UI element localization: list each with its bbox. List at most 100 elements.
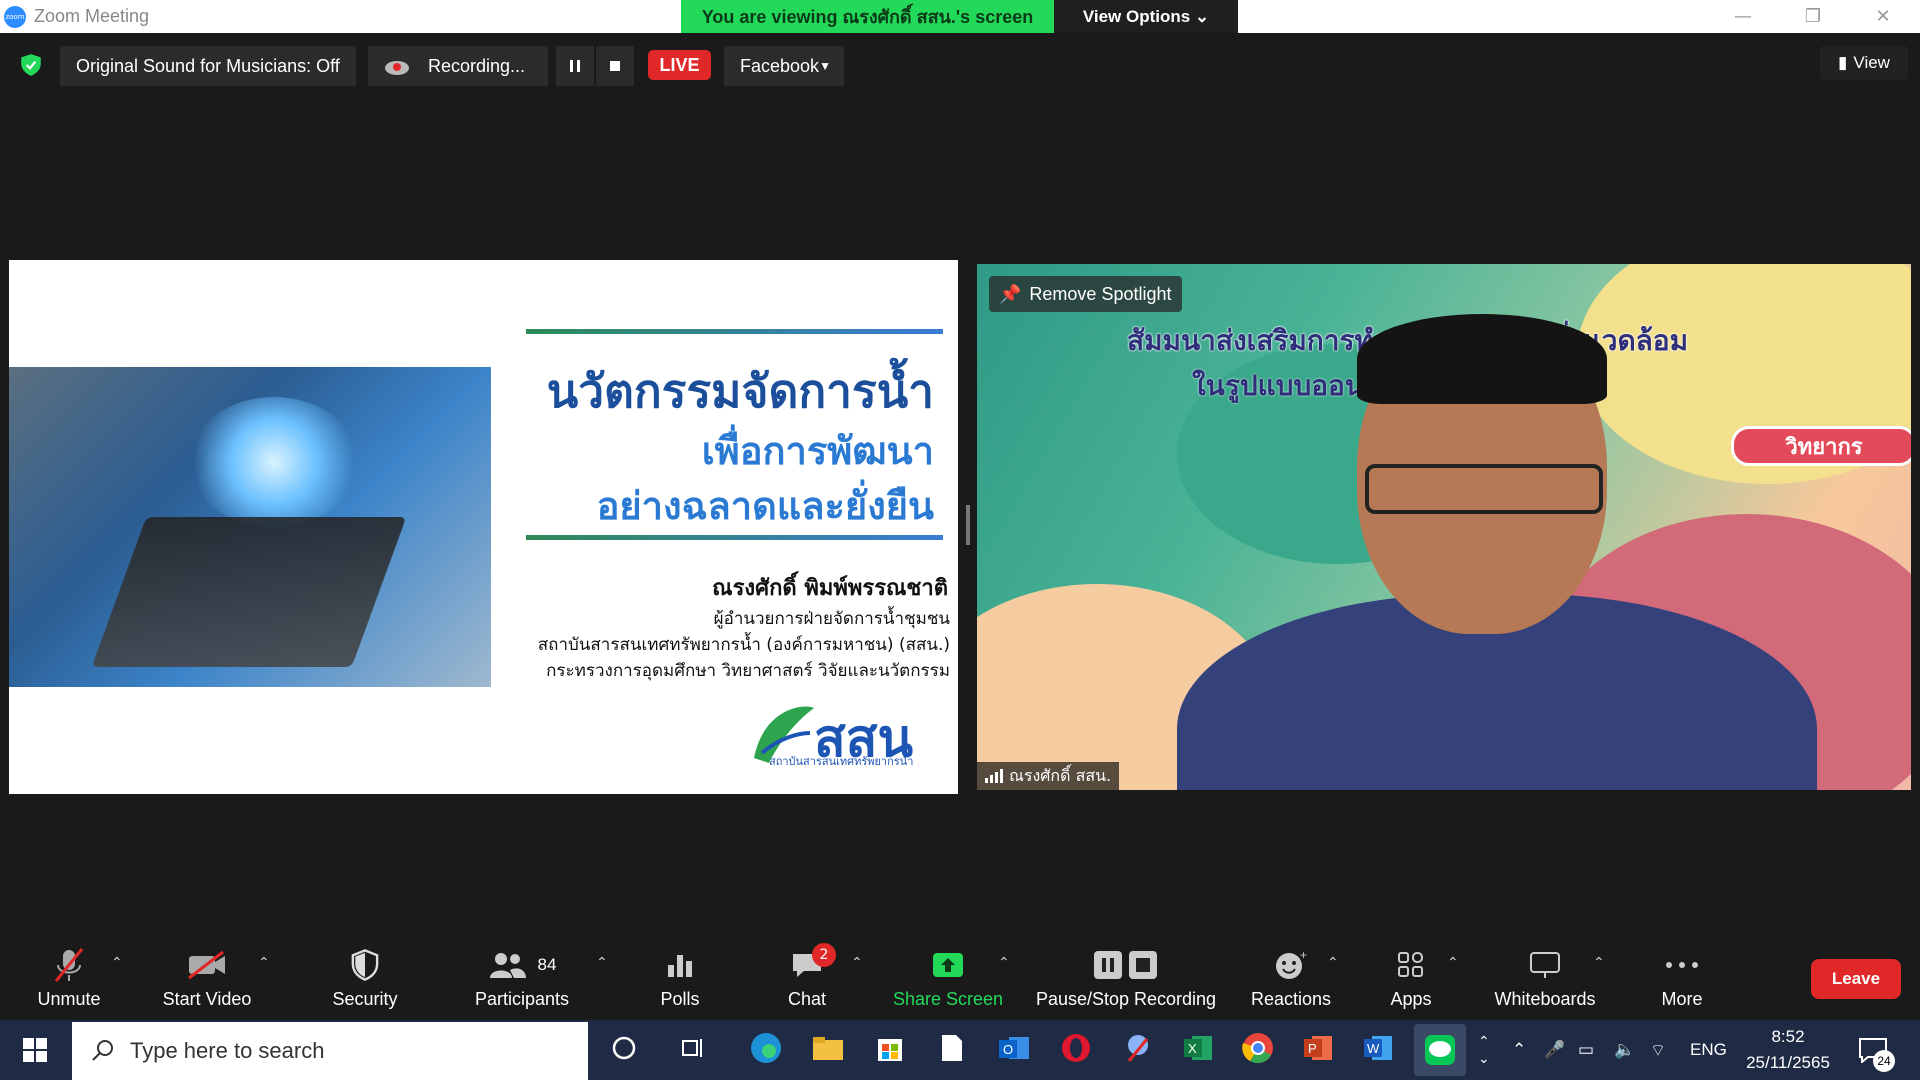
search-icon bbox=[92, 1040, 113, 1061]
microphone-muted-icon bbox=[54, 948, 84, 982]
svg-text:P: P bbox=[1308, 1041, 1317, 1056]
microphone-tray-icon[interactable]: 🎤 bbox=[1544, 1020, 1565, 1080]
edge-browser-icon[interactable] bbox=[744, 1026, 788, 1070]
battery-icon[interactable]: ▭ bbox=[1578, 1020, 1594, 1080]
powerpoint-icon[interactable]: P bbox=[1296, 1026, 1340, 1070]
volume-icon[interactable]: 🔈 bbox=[1614, 1020, 1635, 1080]
line-app-icon[interactable] bbox=[1414, 1024, 1466, 1076]
close-icon[interactable]: ✕ bbox=[1853, 0, 1913, 33]
presenter-position: ผู้อำนวยการฝ่ายจัดการน้ำชุมชน bbox=[713, 609, 950, 629]
slide-title-line3: อย่างฉลาดและยั่งยืน bbox=[596, 484, 934, 528]
stream-target-label: Facebook bbox=[740, 55, 820, 76]
leave-button[interactable]: Leave bbox=[1811, 959, 1901, 999]
view-button[interactable]: ▮ View bbox=[1820, 46, 1908, 80]
more-dots-icon bbox=[1666, 962, 1698, 968]
clock-date: 25/11/2565 bbox=[1746, 1053, 1830, 1072]
stream-target-dropdown[interactable]: Facebook ▼ bbox=[724, 46, 844, 86]
slide-hero-image bbox=[9, 367, 491, 687]
svg-text:+: + bbox=[1300, 949, 1307, 962]
reactions-options-caret[interactable]: ⌃ bbox=[1327, 955, 1339, 971]
remove-spotlight-label: Remove Spotlight bbox=[1029, 283, 1172, 304]
slide-title-line2: เพื่อการพัฒนา bbox=[701, 429, 934, 473]
windows-logo-icon bbox=[23, 1038, 47, 1062]
outlook-icon[interactable]: O bbox=[992, 1026, 1036, 1070]
whiteboard-icon bbox=[1530, 952, 1560, 978]
apps-grid-icon bbox=[1398, 952, 1423, 977]
audio-options-caret[interactable]: ⌃ bbox=[111, 955, 123, 971]
speaker-badge: วิทยากร bbox=[1731, 426, 1911, 466]
security-button[interactable]: Security bbox=[310, 945, 420, 1015]
polls-button[interactable]: Polls bbox=[625, 945, 735, 1015]
taskbar-search-input[interactable]: Type here to search bbox=[72, 1022, 588, 1080]
view-label: View bbox=[1853, 53, 1890, 72]
participants-options-caret[interactable]: ⌃ bbox=[596, 955, 608, 971]
participant-name-bar: ณรงศักดิ์ สสน. bbox=[977, 762, 1120, 790]
svg-text:W: W bbox=[1367, 1041, 1380, 1056]
participants-label: Participants bbox=[474, 989, 570, 1009]
input-language[interactable]: ENG bbox=[1690, 1020, 1727, 1080]
share-screen-button[interactable]: Share Screen bbox=[893, 945, 1003, 1015]
tray-scroll-arrows[interactable]: ⌃ ⌄ bbox=[1478, 1020, 1490, 1080]
snipping-tool-icon[interactable] bbox=[1116, 1026, 1160, 1070]
encryption-shield-icon[interactable] bbox=[18, 52, 44, 78]
cortana-icon[interactable] bbox=[602, 1026, 646, 1070]
view-options-button[interactable]: View Options ⌄ bbox=[1054, 0, 1238, 33]
shared-screen[interactable]: นวัตกรรมจัดการน้ำ เพื่อการพัฒนา อย่างฉลา… bbox=[9, 260, 958, 794]
person-glasses bbox=[1365, 464, 1603, 514]
person-hair bbox=[1357, 314, 1607, 404]
apps-options-caret[interactable]: ⌃ bbox=[1447, 955, 1459, 971]
participant-name: ณรงศักดิ์ สสน. bbox=[1009, 765, 1112, 785]
chat-options-caret[interactable]: ⌃ bbox=[851, 955, 863, 971]
pin-icon: 📌 bbox=[999, 283, 1022, 304]
share-screen-label: Share Screen bbox=[892, 989, 1004, 1009]
split-divider-handle[interactable] bbox=[966, 505, 970, 545]
presenter-institute: สถาบันสารสนเทศทรัพยากรน้ำ (องค์การมหาชน)… bbox=[537, 635, 950, 655]
hero-laptop bbox=[91, 517, 407, 667]
word-icon[interactable]: W bbox=[1356, 1026, 1400, 1070]
reactions-smiley-icon: + bbox=[1276, 949, 1307, 979]
presenter-name: ณรงศักดิ์ พิมพ์พรรณชาติ bbox=[712, 576, 948, 601]
recording-label: Recording... bbox=[428, 55, 526, 76]
show-hidden-icons[interactable]: ⌃ bbox=[1512, 1020, 1526, 1080]
chat-button[interactable]: Chat bbox=[752, 945, 862, 1015]
restore-icon[interactable]: ❐ bbox=[1783, 0, 1843, 33]
share-options-caret[interactable]: ⌃ bbox=[998, 955, 1010, 971]
security-shield-icon bbox=[351, 949, 379, 981]
unmute-button[interactable]: Unmute bbox=[14, 945, 124, 1015]
more-button[interactable]: More bbox=[1627, 945, 1737, 1015]
live-badge[interactable]: LIVE bbox=[648, 50, 711, 80]
minimize-icon[interactable]: — bbox=[1713, 0, 1773, 33]
pause-stop-recording-button[interactable]: Pause/Stop Recording bbox=[1034, 945, 1218, 1015]
video-options-caret[interactable]: ⌃ bbox=[258, 955, 270, 971]
wifi-icon[interactable]: ⌔ bbox=[1650, 1020, 1666, 1080]
ms-store-icon[interactable] bbox=[868, 1026, 912, 1070]
remove-spotlight-button[interactable]: 📌 Remove Spotlight bbox=[989, 276, 1182, 312]
svg-text:X: X bbox=[1188, 1041, 1197, 1056]
whiteboards-options-caret[interactable]: ⌃ bbox=[1593, 955, 1605, 971]
participants-button[interactable]: 84 Participants bbox=[467, 945, 577, 1015]
search-placeholder: Type here to search bbox=[130, 1038, 325, 1063]
start-video-label: Start Video bbox=[162, 989, 252, 1009]
pause-stop-recording-icon bbox=[1094, 951, 1157, 979]
signal-bars-icon bbox=[985, 769, 1003, 783]
svg-text:O: O bbox=[1003, 1042, 1013, 1057]
participant-video-tile[interactable]: สัมมนาส่งเสริมการทำงาน...ศาสตร์สิ่งแวดล้… bbox=[977, 264, 1911, 790]
chevron-down-icon: ▼ bbox=[819, 59, 831, 73]
original-sound-button[interactable]: Original Sound for Musicians: Off bbox=[60, 46, 356, 86]
document-icon[interactable] bbox=[930, 1026, 974, 1070]
taskbar-clock[interactable]: 8:52 25/11/2565 bbox=[1733, 1024, 1843, 1080]
opera-icon[interactable] bbox=[1054, 1026, 1098, 1070]
pause-icon bbox=[570, 60, 580, 72]
stop-recording-button[interactable] bbox=[596, 46, 634, 86]
start-video-button[interactable]: Start Video bbox=[152, 945, 262, 1015]
hero-brain-glow bbox=[189, 397, 359, 527]
view-layout-icon: ▮ bbox=[1838, 53, 1848, 72]
windows-start-button[interactable] bbox=[0, 1020, 70, 1080]
task-view-icon[interactable] bbox=[672, 1026, 716, 1070]
file-explorer-icon[interactable] bbox=[806, 1026, 850, 1070]
whiteboards-button[interactable]: Whiteboards bbox=[1488, 945, 1602, 1015]
pause-recording-button[interactable] bbox=[556, 46, 594, 86]
share-screen-arrow-icon bbox=[933, 953, 963, 977]
excel-icon[interactable]: X bbox=[1176, 1026, 1220, 1070]
chrome-icon[interactable] bbox=[1236, 1026, 1280, 1070]
